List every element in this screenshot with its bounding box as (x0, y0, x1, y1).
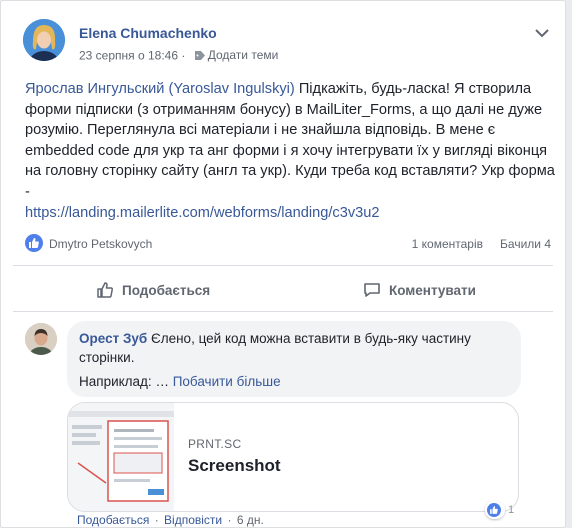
post-card: Elena Chumachenko 23 серпня о 18:46 · До… (0, 0, 566, 528)
comment-more-prefix: Наприклад: … (79, 374, 173, 389)
post-mention[interactable]: Ярослав Ингульский (Yaroslav Ingulskyi) (25, 81, 295, 97)
commenter-name[interactable]: Орест Зуб (79, 331, 147, 346)
reaction-user[interactable]: Dmytro Petskovych (49, 237, 152, 251)
comment-bubble: Орест Зуб Єлено, цей код можна вставити … (67, 321, 521, 397)
post-body: Ярослав Ингульский (Yaroslav Ingulskyi) … (25, 79, 555, 223)
author-avatar[interactable] (23, 19, 65, 61)
post-meta: 23 серпня о 18:46 · Додати теми (79, 48, 278, 63)
like-button[interactable]: Подобається (96, 277, 210, 303)
comment-body: Орест Зуб Єлено, цей код можна вставити … (79, 329, 511, 367)
author-name[interactable]: Elena Chumachenko (79, 25, 217, 41)
meta-separator: · (181, 48, 189, 63)
reactions-summary: Dmytro Petskovych 1 коментарів Бачили 4 (25, 234, 551, 254)
divider (13, 265, 553, 266)
comment-like-link[interactable]: Подобається (77, 513, 149, 527)
chevron-down-icon[interactable] (535, 28, 549, 38)
link-preview-thumbnail (68, 403, 174, 511)
comment-timestamp[interactable]: 6 дн. (237, 513, 264, 527)
like-reaction-icon (487, 503, 501, 517)
add-topics-label: Додати теми (207, 48, 279, 62)
comments-count[interactable]: 1 коментарів (412, 237, 483, 251)
separator-dot: · (227, 513, 232, 527)
thumbs-up-icon (97, 282, 113, 298)
post-body-text: Підкажіть, будь-ласка! Я створила форми … (25, 81, 555, 200)
post-link[interactable]: https://landing.mailerlite.com/webforms/… (25, 205, 379, 221)
link-preview-card[interactable]: PRNT.SC Screenshot (67, 402, 519, 512)
like-reaction-icon[interactable] (25, 234, 43, 252)
comment-reaction-badge[interactable] (485, 501, 505, 519)
comment-continuation: Наприклад: … Побачити більше (79, 374, 281, 389)
comment-button[interactable]: Коментувати (363, 277, 476, 303)
link-preview-title[interactable]: Screenshot (188, 456, 281, 476)
commenter-avatar[interactable] (25, 323, 57, 355)
separator-dot: · (154, 513, 159, 527)
comment-like-count: 1 (508, 504, 515, 516)
seen-by-count[interactable]: Бачили 4 (500, 237, 551, 251)
comment-label: Коментувати (389, 282, 476, 298)
link-preview-domain: PRNT.SC (188, 437, 242, 451)
comment-actions: Подобається · Відповісти · 6 дн. (77, 513, 264, 527)
like-label: Подобається (122, 282, 211, 298)
tag-icon (194, 50, 205, 60)
post-timestamp[interactable]: 23 серпня о 18:46 (79, 49, 178, 63)
comment-reply-link[interactable]: Відповісти (164, 513, 222, 527)
see-more-link[interactable]: Побачити більше (173, 374, 281, 389)
divider (13, 311, 553, 312)
comment-icon (364, 283, 380, 297)
add-topics-link[interactable]: Додати теми (194, 48, 279, 62)
